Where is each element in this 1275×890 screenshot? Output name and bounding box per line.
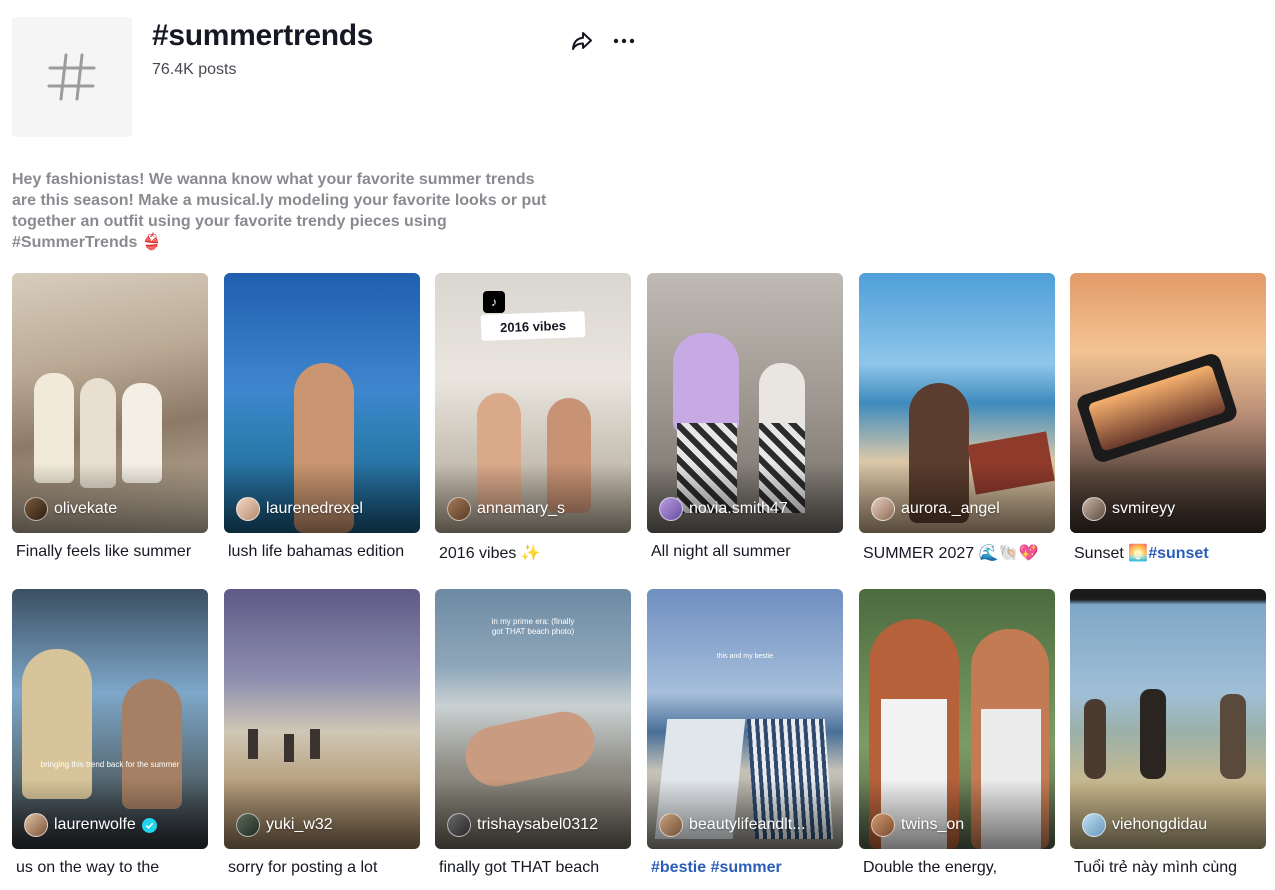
avatar — [236, 497, 260, 521]
hashtag-avatar — [12, 17, 132, 137]
video-caption[interactable]: us on the way to the — [16, 859, 208, 877]
video-thumbnail[interactable]: laurenedrexel — [224, 273, 420, 533]
share-arrow-icon — [572, 32, 592, 50]
video-card[interactable]: ♪ 2016 vibes annamary_s 2016 vibes ✨ — [435, 273, 631, 562]
video-card[interactable]: twins_on Double the energy, — [859, 589, 1055, 876]
username: laurenedrexel — [266, 500, 363, 517]
video-author[interactable]: olivekate — [24, 497, 117, 521]
video-card[interactable]: svmireyy Sunset 🌅#sunset — [1070, 273, 1266, 562]
username: twins_on — [901, 816, 965, 833]
video-card[interactable]: laurenedrexel lush life bahamas edition — [224, 273, 420, 560]
username: novia.smith47 — [689, 500, 788, 517]
video-caption[interactable]: sorry for posting a lot — [228, 859, 420, 877]
avatar — [871, 497, 895, 521]
avatar — [236, 813, 260, 837]
username: svmireyy — [1112, 500, 1176, 517]
video-card[interactable]: aurora._angel SUMMER 2027 🌊🐚💖 — [859, 273, 1055, 562]
video-thumbnail[interactable]: novia.smith47 — [647, 273, 843, 533]
video-caption[interactable]: Finally feels like summer — [16, 543, 208, 561]
video-thumbnail[interactable]: yuki_w32 — [224, 589, 420, 849]
avatar — [24, 497, 48, 521]
video-caption[interactable]: SUMMER 2027 🌊🐚💖 — [863, 543, 1055, 563]
tiktok-logo-icon: ♪ — [483, 291, 505, 313]
video-card[interactable]: in my prime era: (finally got THAT beach… — [435, 589, 631, 876]
avatar — [1082, 813, 1106, 837]
post-count: 76.4K posts — [152, 61, 237, 78]
avatar — [871, 813, 895, 837]
video-caption[interactable]: Tuổi trẻ này mình cùng — [1074, 859, 1266, 877]
video-author[interactable]: beautylifeandlt... — [659, 813, 806, 837]
video-author[interactable]: viehongdidau — [1082, 813, 1207, 837]
more-dots-icon — [613, 38, 635, 44]
username: annamary_s — [477, 500, 566, 517]
video-card[interactable]: viehongdidau Tuổi trẻ này mình cùng — [1070, 589, 1266, 876]
username: olivekate — [54, 500, 118, 517]
video-caption[interactable]: All night all summer — [651, 543, 843, 561]
video-author[interactable]: annamary_s — [447, 497, 565, 521]
username: trishaysabel0312 — [477, 816, 598, 833]
avatar — [24, 813, 48, 837]
verified-badge-icon — [141, 817, 157, 833]
video-card[interactable]: olivekate Finally feels like summer — [12, 273, 208, 560]
username: viehongdidau — [1112, 816, 1208, 833]
video-thumbnail[interactable]: ♪ 2016 vibes annamary_s — [435, 273, 631, 533]
video-thumbnail[interactable]: aurora._angel — [859, 273, 1055, 533]
video-caption[interactable]: Sunset 🌅#sunset — [1074, 543, 1266, 563]
avatar — [659, 497, 683, 521]
share-button[interactable] — [568, 27, 596, 55]
username: laurenwolfe — [54, 816, 136, 833]
video-overlay-text: this and my bestie — [716, 653, 774, 660]
video-sticker: 2016 vibes — [480, 311, 586, 341]
video-overlay-text: bringing this trend back for the summer — [40, 760, 180, 769]
video-thumbnail[interactable]: viehongdidau — [1070, 589, 1266, 849]
video-thumbnail[interactable]: olivekate — [12, 273, 208, 533]
video-thumbnail[interactable]: in my prime era: (finally got THAT beach… — [435, 589, 631, 849]
username: aurora._angel — [901, 500, 1000, 517]
video-caption[interactable]: Double the energy, — [863, 859, 1055, 877]
video-thumbnail[interactable]: twins_on — [859, 589, 1055, 849]
tag-description: Hey fashionistas! We wanna know what you… — [12, 171, 547, 251]
video-caption[interactable]: 2016 vibes ✨ — [439, 543, 631, 563]
page-title: #summertrends — [152, 19, 374, 52]
tag-header: #summertrends 76.4K posts — [12, 17, 652, 137]
caption-text: Sunset 🌅 — [1074, 545, 1149, 562]
video-card[interactable]: novia.smith47 All night all summer — [647, 273, 843, 560]
video-caption[interactable]: finally got THAT beach — [439, 859, 631, 877]
video-card[interactable]: bringing this trend back for the summer … — [12, 589, 208, 876]
video-author[interactable]: trishaysabel0312 — [447, 813, 598, 837]
video-author[interactable]: aurora._angel — [871, 497, 1000, 521]
video-caption[interactable]: #bestie #summer — [651, 859, 843, 877]
hashtag-icon — [47, 53, 96, 101]
username: yuki_w32 — [266, 816, 333, 833]
video-thumbnail[interactable]: this and my bestie beautylifeandlt... — [647, 589, 843, 849]
avatar — [447, 813, 471, 837]
video-author[interactable]: yuki_w32 — [236, 813, 333, 837]
caption-hashtag[interactable]: #bestie #summer — [651, 859, 782, 876]
video-author[interactable]: laurenwolfe — [24, 813, 157, 837]
caption-hashtag[interactable]: #sunset — [1148, 545, 1208, 562]
username: beautylifeandlt... — [689, 816, 806, 833]
video-caption[interactable]: lush life bahamas edition — [228, 543, 420, 561]
video-thumbnail[interactable]: svmireyy — [1070, 273, 1266, 533]
video-overlay-text: in my prime era: (finally got THAT beach… — [491, 617, 575, 636]
video-author[interactable]: svmireyy — [1082, 497, 1175, 521]
video-thumbnail[interactable]: bringing this trend back for the summer … — [12, 589, 208, 849]
more-options-button[interactable] — [610, 27, 638, 55]
avatar — [659, 813, 683, 837]
video-card[interactable]: yuki_w32 sorry for posting a lot — [224, 589, 420, 876]
avatar — [1082, 497, 1106, 521]
video-author[interactable]: twins_on — [871, 813, 964, 837]
video-card[interactable]: this and my bestie beautylifeandlt... #b… — [647, 589, 843, 876]
video-author[interactable]: novia.smith47 — [659, 497, 788, 521]
avatar — [447, 497, 471, 521]
video-author[interactable]: laurenedrexel — [236, 497, 363, 521]
